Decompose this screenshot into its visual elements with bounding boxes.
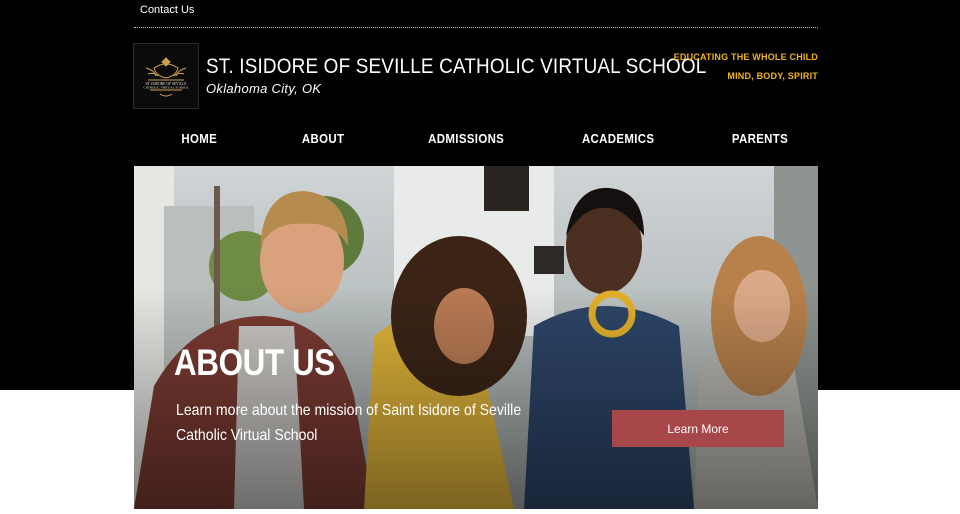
hero-title: ABOUT US — [174, 342, 335, 383]
nav-item-academics[interactable]: ACADEMICS — [582, 131, 654, 146]
hero-photo — [134, 166, 818, 509]
hero-description: Learn more about the mission of Saint Is… — [176, 402, 522, 444]
tagline-line2: MIND, BODY, SPIRIT — [727, 71, 818, 81]
logo-text-line2: CATHOLIC VIRTUAL SCHOOL — [143, 86, 188, 90]
tagline-line1: EDUCATING THE WHOLE CHILD — [673, 52, 818, 62]
contact-us-link[interactable]: Contact Us — [140, 4, 194, 16]
learn-more-button[interactable]: Learn More — [612, 410, 784, 447]
nav-item-parents[interactable]: PARENTS — [732, 131, 788, 146]
header-divider — [134, 27, 818, 28]
nav-item-about[interactable]: ABOUT — [302, 131, 344, 146]
school-name[interactable]: ST. ISIDORE OF SEVILLE CATHOLIC VIRTUAL … — [206, 55, 707, 79]
crest-icon: ST. ISIDORE OF SEVILLE CATHOLIC VIRTUAL … — [143, 57, 189, 97]
hero-banner: ABOUT US Learn more about the mission of… — [134, 166, 818, 509]
school-logo[interactable]: ST. ISIDORE OF SEVILLE CATHOLIC VIRTUAL … — [133, 43, 199, 109]
school-location: Oklahoma City, OK — [206, 81, 322, 96]
main-nav: HOME ABOUT ADMISSIONS ACADEMICS PARENTS — [0, 131, 960, 151]
top-bar: Contact Us — [134, 0, 818, 28]
nav-item-admissions[interactable]: ADMISSIONS — [428, 131, 504, 146]
nav-item-home[interactable]: HOME — [181, 131, 217, 146]
